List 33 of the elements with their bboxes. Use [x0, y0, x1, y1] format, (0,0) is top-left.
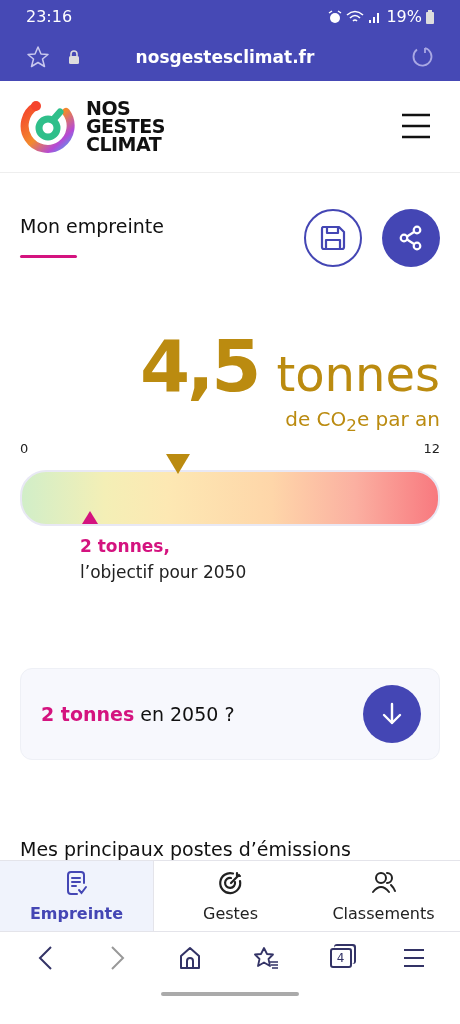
- menu-icon[interactable]: [402, 946, 425, 969]
- logo-text: GESTES: [86, 117, 165, 136]
- home-icon[interactable]: [177, 945, 202, 970]
- section-title: Mon empreinte: [20, 215, 164, 238]
- logo-text: CLIMAT: [86, 135, 163, 154]
- people-icon: [370, 869, 397, 896]
- wifi-icon: [346, 9, 365, 24]
- scroll-down-button[interactable]: [363, 685, 421, 744]
- save-button[interactable]: [304, 209, 362, 268]
- status-time: 23:16: [26, 7, 73, 27]
- alarm-icon: [328, 9, 343, 24]
- footprint-unit: tonnes: [276, 349, 440, 400]
- card-text: 2 tonnes en 2050 ?: [41, 703, 235, 726]
- battery-icon: [426, 9, 434, 24]
- battery-percent: 19%: [386, 7, 422, 27]
- nav-tab[interactable]: Empreinte: [0, 861, 154, 931]
- menu-icon[interactable]: [400, 112, 432, 141]
- footprint-value: 4,5: [139, 329, 259, 404]
- logo-icon[interactable]: [20, 98, 76, 155]
- lock-icon: [68, 50, 80, 65]
- scale-max: 12: [423, 441, 440, 457]
- goal-value: 2 tonnes,: [80, 536, 171, 557]
- share-button[interactable]: [382, 209, 440, 268]
- section-heading: Mes principaux postes d’émissions: [20, 838, 351, 861]
- logo-text: NOS: [86, 99, 131, 118]
- scale-min: 0: [20, 441, 29, 457]
- reload-icon[interactable]: [410, 45, 434, 70]
- footprint-subtitle: de CO$_{2}$e par an: [285, 407, 440, 436]
- target-icon: [217, 869, 244, 896]
- star-icon[interactable]: [26, 45, 50, 70]
- goal-caption: l’objectif pour 2050: [80, 562, 248, 583]
- document-check-icon: [64, 869, 89, 896]
- bookmarks-icon[interactable]: [252, 945, 279, 970]
